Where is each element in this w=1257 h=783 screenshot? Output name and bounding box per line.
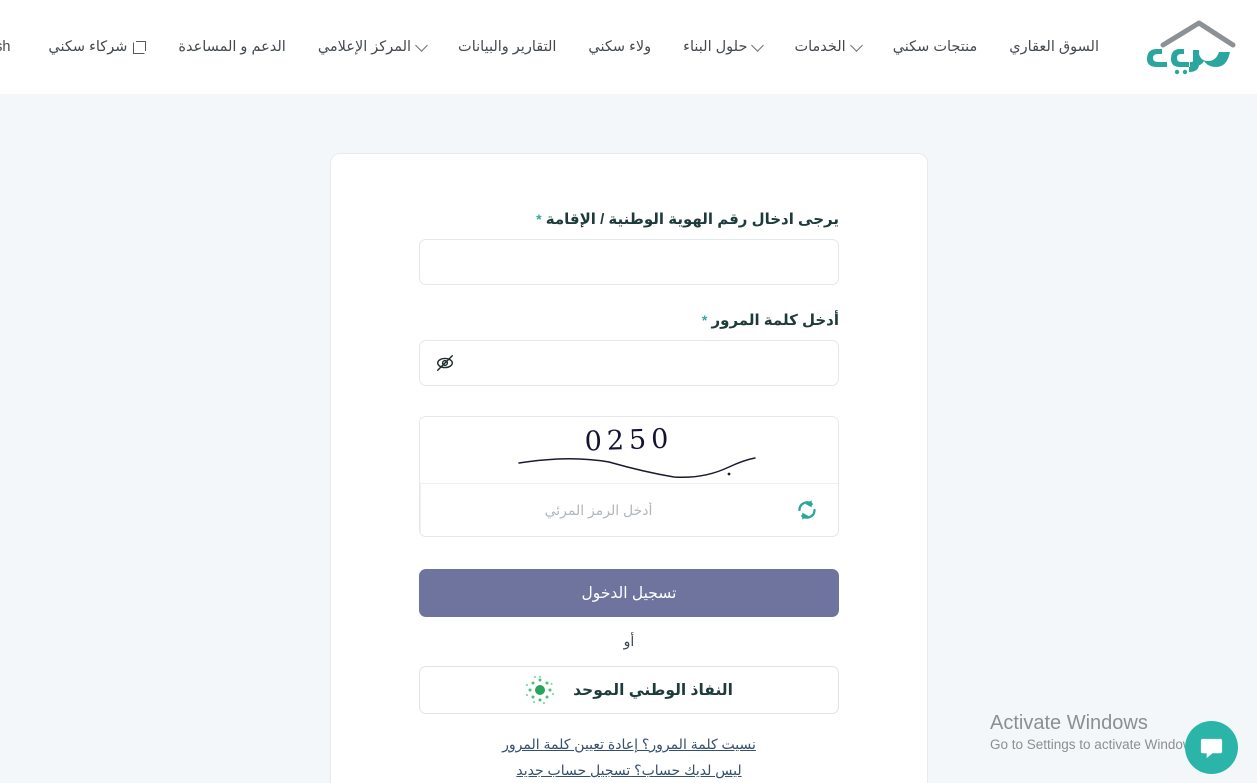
password-label-text: أدخل كلمة المرور bbox=[711, 312, 840, 329]
nav-label: المركز الإعلامي bbox=[317, 39, 412, 55]
language-switch[interactable]: English bbox=[0, 33, 32, 61]
nav-item-sakani-products[interactable]: منتجات سكني bbox=[877, 33, 994, 61]
refresh-captcha-button[interactable] bbox=[776, 484, 838, 536]
password-field-group: أدخل كلمة المرور * bbox=[419, 311, 839, 386]
national-id-input[interactable] bbox=[419, 239, 839, 285]
nafath-radial-icon bbox=[525, 675, 555, 705]
chat-support-button[interactable] bbox=[1185, 721, 1238, 774]
login-submit-button[interactable]: تسجيل الدخول bbox=[419, 569, 839, 617]
nav-label: التقارير والبيانات bbox=[458, 39, 557, 55]
required-marker: * bbox=[701, 312, 708, 328]
nav-label: حلول البناء bbox=[683, 39, 748, 55]
captcha-image: 0250 bbox=[420, 417, 838, 484]
nav-item-sakani-partners[interactable]: شركاء سكني bbox=[32, 33, 162, 61]
brand-logo[interactable] bbox=[1133, 19, 1237, 75]
captcha-entry-row bbox=[420, 484, 838, 536]
chevron-down-icon bbox=[415, 38, 428, 52]
page-body: يرجى ادخال رقم الهوية الوطنية / الإقامة … bbox=[0, 94, 1257, 783]
no-account-prefix[interactable]: ليس لديك حساب؟ bbox=[630, 762, 741, 778]
or-divider: أو bbox=[623, 633, 635, 649]
nafath-button-label: النفاذ الوطني الموحد bbox=[573, 681, 733, 699]
nav-label: شركاء سكني bbox=[48, 39, 128, 55]
password-label: أدخل كلمة المرور * bbox=[419, 311, 839, 329]
nav-item-support-and-help[interactable]: الدعم و المساعدة bbox=[162, 33, 301, 61]
forgot-password-row: نسيت كلمة المرور؟ إعادة تعيين كلمة المرو… bbox=[419, 736, 839, 753]
nafath-national-access-button[interactable]: النفاذ الوطني الموحد bbox=[419, 666, 839, 714]
nav-label: السوق العقاري bbox=[1009, 39, 1099, 55]
main-navigation: السوق العقاري منتجات سكني الخدمات حلول ا… bbox=[32, 33, 1115, 61]
external-link-icon bbox=[133, 40, 147, 54]
refresh-icon bbox=[798, 500, 816, 520]
captcha-block: 0250 bbox=[419, 416, 839, 537]
toggle-password-visibility-button[interactable] bbox=[429, 348, 461, 378]
national-id-field-group: يرجى ادخال رقم الهوية الوطنية / الإقامة … bbox=[419, 210, 839, 285]
nav-label: الخدمات bbox=[794, 39, 846, 55]
logo-graphic bbox=[1147, 20, 1236, 75]
nav-item-reports-and-data[interactable]: التقارير والبيانات bbox=[442, 33, 572, 61]
nav-item-services[interactable]: الخدمات bbox=[778, 33, 876, 61]
chevron-down-icon bbox=[849, 38, 863, 52]
captcha-input[interactable] bbox=[420, 484, 776, 536]
eye-off-icon bbox=[436, 355, 453, 371]
nav-item-building-solutions[interactable]: حلول البناء bbox=[667, 33, 778, 61]
national-id-label: يرجى ادخال رقم الهوية الوطنية / الإقامة … bbox=[419, 210, 839, 228]
chat-bubble-icon bbox=[1200, 738, 1223, 759]
site-header: السوق العقاري منتجات سكني الخدمات حلول ا… bbox=[0, 0, 1257, 94]
nav-label: الدعم و المساعدة bbox=[178, 39, 286, 55]
national-id-label-text: يرجى ادخال رقم الهوية الوطنية / الإقامة bbox=[545, 211, 839, 228]
reset-password-link[interactable]: إعادة تعيين كلمة المرور bbox=[502, 736, 638, 752]
nav-label: منتجات سكني bbox=[892, 39, 978, 55]
nav-item-media-center[interactable]: المركز الإعلامي bbox=[302, 33, 442, 61]
forgot-password-prefix[interactable]: نسيت كلمة المرور؟ bbox=[638, 736, 756, 752]
nav-label: ولاء سكني bbox=[588, 39, 652, 55]
chevron-down-icon bbox=[751, 38, 765, 52]
required-marker: * bbox=[536, 211, 542, 227]
nav-item-real-estate-market[interactable]: السوق العقاري bbox=[993, 33, 1115, 61]
login-card: يرجى ادخال رقم الهوية الوطنية / الإقامة … bbox=[330, 153, 928, 783]
register-new-account-link[interactable]: تسجيل حساب جديد bbox=[516, 762, 630, 778]
no-account-row: ليس لديك حساب؟ تسجيل حساب جديد bbox=[419, 762, 839, 779]
captcha-noise-lines bbox=[518, 457, 756, 479]
password-input[interactable] bbox=[419, 340, 839, 386]
nav-item-sakani-loyalty[interactable]: ولاء سكني bbox=[572, 33, 667, 61]
